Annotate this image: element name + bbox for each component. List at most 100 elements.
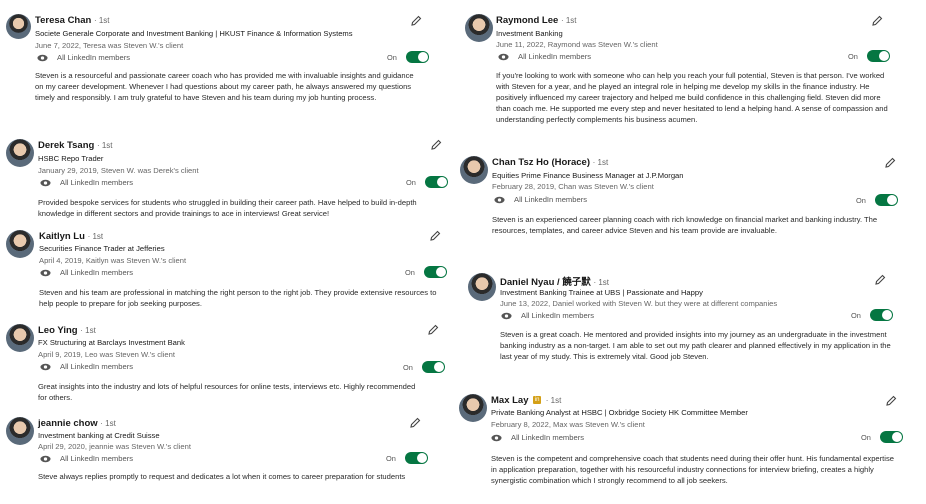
recommender-name[interactable]: Kaitlyn Lu [39, 231, 85, 242]
toggle-label: On [403, 362, 413, 372]
eye-icon [40, 179, 51, 186]
recommendation-text: Great insights into the industry and lot… [38, 382, 416, 402]
linkedin-badge-icon: in [533, 396, 542, 405]
recommender-name[interactable]: Max Lay [491, 395, 529, 406]
recommender-name[interactable]: Derek Tsang [38, 140, 94, 151]
recommendation-meta: June 11, 2022, Raymond was Steven W.'s c… [496, 40, 658, 49]
avatar[interactable] [460, 156, 488, 184]
recommendation-card: Daniel Nyau / 饒子默 · 1st Investment Banki… [468, 273, 908, 369]
recommendation-card: Teresa Chan · 1st Societe Generale Corpo… [6, 14, 429, 124]
avatar[interactable] [468, 273, 496, 301]
name-line: Max Lay in · 1st [491, 395, 561, 406]
visibility-toggle[interactable] [405, 51, 429, 63]
recommender-name[interactable]: Leo Ying [38, 325, 78, 336]
avatar[interactable] [6, 417, 34, 445]
eye-icon [40, 269, 51, 276]
pencil-icon[interactable] [871, 15, 883, 27]
connection-degree: · 1st [592, 158, 609, 167]
recommendation-card: Leo Ying · 1st FX Structuring at Barclay… [6, 324, 446, 408]
avatar[interactable] [6, 139, 34, 167]
recommendation-meta: April 9, 2019, Leo was Steven W.'s clien… [38, 350, 175, 359]
avatar[interactable] [465, 14, 493, 42]
avatar[interactable] [6, 14, 31, 39]
name-line: Daniel Nyau / 饒子默 · 1st [500, 274, 609, 288]
avatar[interactable] [459, 394, 487, 422]
pencil-icon[interactable] [409, 417, 421, 429]
toggle-label: On [405, 267, 415, 277]
visibility-toggle[interactable] [874, 194, 898, 206]
avatar[interactable] [6, 230, 34, 258]
recommender-headline: FX Structuring at Barclays Investment Ba… [38, 338, 185, 347]
connection-degree: · 1st [80, 326, 96, 335]
pencil-icon[interactable] [874, 274, 886, 286]
recommender-name[interactable]: Daniel Nyau / 饒子默 [500, 277, 591, 288]
name-line: Leo Ying · 1st [38, 325, 96, 336]
recommendation-card: Derek Tsang · 1st HSBC Repo Trader Janua… [6, 139, 448, 219]
recommender-headline: HSBC Repo Trader [38, 154, 104, 163]
name-line: Teresa Chan · 1st [35, 15, 110, 26]
recommender-headline: Societe Generale Corporate and Investmen… [35, 29, 353, 38]
pencil-icon[interactable] [429, 230, 441, 242]
recommendation-meta: February 28, 2019, Chan was Steven W.'s … [492, 182, 654, 191]
pencil-icon[interactable] [885, 395, 897, 407]
recommender-name[interactable]: Raymond Lee [496, 15, 558, 26]
recommendation-card: Kaitlyn Lu · 1st Securities Finance Trad… [6, 230, 447, 312]
visibility-toggle-row: On [403, 361, 445, 373]
recommendation-text: Steven is an experienced career planning… [492, 215, 878, 235]
recommendation-card: Raymond Lee · 1st Investment Banking Jun… [465, 14, 905, 132]
visibility-toggle-row: On [386, 452, 428, 464]
pencil-icon[interactable] [427, 324, 439, 336]
recommender-name[interactable]: Chan Tsz Ho (Horace) [492, 157, 590, 168]
recommendation-card: jeannie chow · 1st Investment banking at… [6, 417, 446, 503]
visibility-toggle-row: On [848, 50, 890, 62]
connection-degree: · 1st [545, 396, 562, 405]
recommender-name[interactable]: Teresa Chan [35, 15, 91, 26]
recommendation-text: Steve always replies promptly to request… [38, 472, 406, 481]
visibility-row: All LinkedIn members [40, 454, 133, 463]
pencil-icon[interactable] [884, 157, 896, 169]
pencil-icon[interactable] [430, 139, 442, 151]
visibility-row: All LinkedIn members [498, 52, 591, 61]
visibility-row: All LinkedIn members [494, 195, 587, 204]
pencil-icon[interactable] [410, 15, 422, 27]
visibility-toggle[interactable] [866, 50, 890, 62]
name-line: Chan Tsz Ho (Horace) · 1st [492, 157, 608, 168]
connection-degree: · 1st [87, 232, 104, 241]
name-line: Derek Tsang · 1st [38, 140, 113, 151]
visibility-row: All LinkedIn members [40, 268, 133, 277]
visibility-row: All LinkedIn members [37, 53, 130, 62]
connection-degree: · 1st [560, 16, 577, 25]
connection-degree: · 1st [100, 419, 116, 428]
recommender-headline: Investment Banking Trainee at UBS | Pass… [500, 288, 703, 297]
visibility-label: All LinkedIn members [60, 178, 134, 187]
visibility-toggle-row: On [856, 194, 898, 206]
visibility-label: All LinkedIn members [60, 454, 134, 463]
visibility-label: All LinkedIn members [518, 52, 592, 61]
recommendation-meta: January 29, 2019, Steven W. was Derek's … [38, 166, 199, 175]
visibility-row: All LinkedIn members [501, 311, 594, 320]
visibility-toggle[interactable] [404, 452, 428, 464]
recommender-headline: Investment banking at Credit Suisse [38, 431, 160, 440]
toggle-label: On [848, 51, 858, 61]
eye-icon [494, 196, 505, 203]
visibility-toggle[interactable] [423, 266, 447, 278]
eye-icon [498, 53, 509, 60]
visibility-toggle-row: On [861, 431, 903, 443]
toggle-label: On [861, 432, 871, 442]
visibility-toggle[interactable] [424, 176, 448, 188]
visibility-label: All LinkedIn members [60, 362, 134, 371]
name-line: Raymond Lee · 1st [496, 15, 577, 26]
recommendation-meta: April 4, 2019, Kaitlyn was Steven W.'s c… [39, 256, 187, 265]
eye-icon [491, 434, 502, 441]
visibility-toggle[interactable] [869, 309, 893, 321]
recommendation-meta: April 29, 2020, jeannie was Steven W.'s … [38, 442, 191, 451]
avatar[interactable] [6, 324, 34, 352]
recommendation-text: Steven and his team are professional in … [39, 288, 437, 308]
recommendation-card: Max Lay in · 1st Private Banking Analyst… [459, 394, 909, 494]
visibility-toggle[interactable] [879, 431, 903, 443]
connection-degree: · 1st [593, 278, 610, 287]
recommendation-text: If you're looking to work with someone w… [496, 71, 888, 124]
recommender-name[interactable]: jeannie chow [38, 418, 98, 429]
visibility-toggle[interactable] [421, 361, 445, 373]
recommendation-meta: June 7, 2022, Teresa was Steven W.'s cli… [35, 41, 184, 50]
